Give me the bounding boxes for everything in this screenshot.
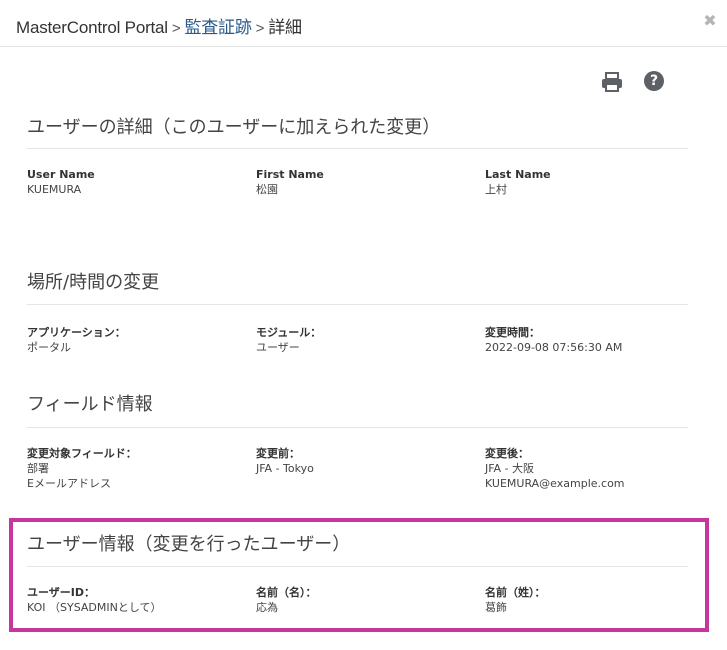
section-title-location-time: 場所/時間の変更 <box>27 272 160 293</box>
breadcrumb-separator: > <box>171 20 181 37</box>
field-value: KOI （SYSADMINとして） <box>27 601 162 614</box>
field-value: Eメールアドレス <box>27 477 111 490</box>
field-label: ユーザーID： <box>27 586 96 599</box>
field-application: アプリケーション： ポータル <box>27 325 247 355</box>
breadcrumb: MasterControl Portal > 監査証跡 > 詳細 <box>16 13 302 38</box>
field-module: モジュール： ユーザー <box>256 325 476 355</box>
field-label: 変更対象フィールド： <box>27 447 137 460</box>
divider <box>27 566 688 567</box>
field-value: KUEMURA@example.com <box>485 477 625 490</box>
field-value: 上村 <box>485 183 507 196</box>
field-label: First Name <box>256 168 324 181</box>
field-value: 2022-09-08 07:56:30 AM <box>485 341 623 354</box>
field-value: 松園 <box>256 183 278 196</box>
field-value: 部署 <box>27 462 49 475</box>
field-changer-last-name: 名前（姓）： 葛飾 <box>485 585 705 615</box>
toolbar: ? <box>600 70 670 94</box>
breadcrumb-current: 詳細 <box>268 18 302 37</box>
field-label: モジュール： <box>256 326 322 339</box>
breadcrumb-audit-trail[interactable]: 監査証跡 <box>184 18 251 37</box>
field-value: ユーザー <box>256 341 300 354</box>
section-title-user-details: ユーザーの詳細（このユーザーに加えられた変更） <box>27 117 441 138</box>
field-label: 変更後： <box>485 447 529 460</box>
divider <box>27 427 688 428</box>
field-label: 変更時間： <box>485 326 540 339</box>
field-value: 応為 <box>256 601 278 614</box>
section-title-changer-info: ユーザー情報（変更を行ったユーザー） <box>27 534 351 555</box>
field-label: User Name <box>27 168 95 181</box>
print-icon[interactable] <box>600 70 624 94</box>
field-label: 名前（姓）： <box>485 586 546 599</box>
field-first-name: First Name 松園 <box>256 167 476 197</box>
field-last-name: Last Name 上村 <box>485 167 705 197</box>
field-changed-at: 変更時間： 2022-09-08 07:56:30 AM <box>485 325 705 355</box>
field-value: ポータル <box>27 341 71 354</box>
breadcrumb-root[interactable]: MasterControl Portal <box>16 18 168 37</box>
modal-header: MasterControl Portal > 監査証跡 > 詳細 ✖ <box>0 0 727 47</box>
field-label: アプリケーション： <box>27 326 126 339</box>
field-label: Last Name <box>485 168 551 181</box>
field-changed-field: 変更対象フィールド： 部署 Eメールアドレス <box>27 446 247 491</box>
field-value: JFA - 大阪 <box>485 462 535 475</box>
field-value: KUEMURA <box>27 183 82 196</box>
field-label: 名前（名）： <box>256 586 317 599</box>
breadcrumb-separator: > <box>255 20 265 37</box>
field-user-name: User Name KUEMURA <box>27 167 247 197</box>
section-title-field-info: フィールド情報 <box>27 394 153 415</box>
help-icon[interactable]: ? <box>644 71 664 91</box>
field-changer-first-name: 名前（名）： 応為 <box>256 585 476 615</box>
divider <box>27 304 688 305</box>
field-value: 葛飾 <box>485 601 507 614</box>
divider <box>27 148 688 149</box>
field-label: 変更前： <box>256 447 300 460</box>
field-after: 変更後： JFA - 大阪 KUEMURA@example.com <box>485 446 705 491</box>
close-icon[interactable]: ✖ <box>701 12 719 30</box>
field-before: 変更前： JFA - Tokyo <box>256 446 476 476</box>
field-value: JFA - Tokyo <box>256 462 314 475</box>
field-user-id: ユーザーID： KOI （SYSADMINとして） <box>27 585 247 615</box>
